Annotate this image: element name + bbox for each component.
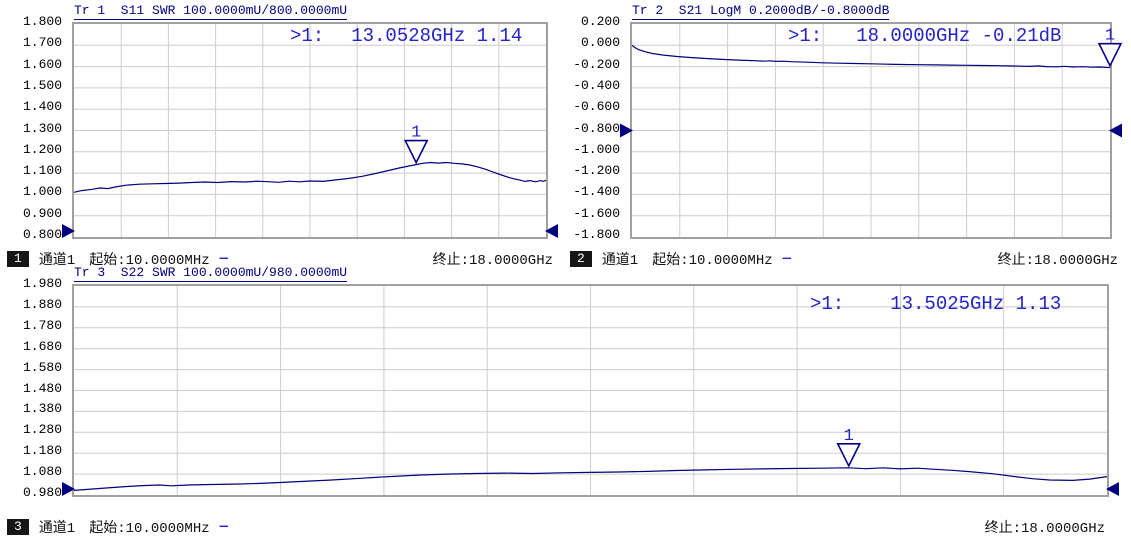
marker-number: 1 [1105,27,1115,46]
y-tick-label: -0.800 [573,122,620,136]
trace3-plot-area[interactable]: 1 [72,284,1109,497]
y-tick-label: -1.000 [573,143,620,157]
trace2-y-axis: 0.2000.000-0.200-0.400-0.600-0.800-1.000… [556,22,624,235]
y-tick-label: -0.400 [573,79,620,93]
y-tick-label: 1.280 [23,423,62,437]
ref-level-arrow-right[interactable] [1109,124,1122,138]
channel-label[interactable]: 通道1 [39,249,75,269]
y-tick-label: -1.400 [573,185,620,199]
sweep-indicator: — [783,251,791,267]
y-tick-label: 1.080 [23,465,62,479]
y-tick-label: 1.800 [23,15,62,29]
channel1-statusbar: 1 通道1 起始:10.0000MHz — 终止:18.0000GHz [0,249,553,269]
y-tick-label: -0.600 [573,100,620,114]
marker-value: 13.0528GHz 1.14 [351,26,522,47]
y-tick-label: 1.880 [23,298,62,312]
stop-frequency: 终止:18.0000GHz [433,249,553,269]
trace1-marker-readout: >1: 13.0528GHz 1.14 [290,26,522,47]
ref-level-arrow-left[interactable] [62,482,75,496]
y-tick-label: 1.580 [23,361,62,375]
trace1-title[interactable]: Tr 1 S11 SWR 100.0000mU/800.0000mU [74,3,347,20]
stop-frequency: 终止:18.0000GHz [985,517,1105,537]
marker-value: 13.5025GHz 1.13 [890,294,1061,315]
y-tick-label: 1.180 [23,444,62,458]
y-tick-label: -0.200 [573,58,620,72]
y-tick-label: 1.700 [23,36,62,50]
channel2-statusbar: 2 通道1 起始:10.0000MHz — 终止:18.0000GHz [565,249,1118,269]
trace2-marker-readout: >1: 18.0000GHz -0.21dB [788,26,1061,47]
y-tick-label: 1.500 [23,79,62,93]
y-tick-label: 1.480 [23,382,62,396]
trace3-canvas[interactable]: 1 [74,286,1107,495]
trace1-y-axis: 1.8001.7001.6001.5001.4001.3001.2001.100… [0,22,66,235]
y-tick-label: 1.680 [23,340,62,354]
marker-label: >1: [290,26,324,47]
channel-badge-3[interactable]: 3 [7,519,29,535]
y-tick-label: 1.380 [23,402,62,416]
start-frequency: 起始:10.0000MHz [89,249,209,269]
y-tick-label: 1.400 [23,100,62,114]
channel-badge-1[interactable]: 1 [7,251,29,267]
marker-triangle[interactable] [838,444,860,466]
y-tick-label: 1.780 [23,319,62,333]
channel-label[interactable]: 通道1 [602,249,638,269]
y-tick-label: 1.000 [23,185,62,199]
marker-number: 1 [411,124,421,143]
y-tick-label: 1.600 [23,58,62,72]
stop-frequency: 终止:18.0000GHz [998,249,1118,269]
start-frequency: 起始:10.0000MHz [652,249,772,269]
sweep-indicator: — [220,251,228,267]
y-tick-label: 0.200 [581,15,620,29]
y-tick-label: 1.200 [23,143,62,157]
marker-label: >1: [810,294,844,315]
marker-number: 1 [844,427,854,446]
trace3-y-axis: 1.9801.8801.7801.6801.5801.4801.3801.280… [0,284,66,493]
y-tick-label: 0.000 [581,36,620,50]
y-tick-label: -1.600 [573,207,620,221]
y-tick-label: 1.300 [23,122,62,136]
start-frequency: 起始:10.0000MHz [89,517,209,537]
channel-badge-2[interactable]: 2 [570,251,592,267]
trace2-plot-area[interactable]: 1 [630,22,1112,239]
y-tick-label: -1.800 [573,228,620,242]
channel-label[interactable]: 通道1 [39,517,75,537]
y-tick-label: 0.980 [23,486,62,500]
sweep-indicator: — [220,519,228,535]
y-tick-label: 0.800 [23,228,62,242]
y-tick-label: -1.200 [573,164,620,178]
trace1-plot-area[interactable]: 1 [72,22,548,239]
y-tick-label: 1.980 [23,277,62,291]
trace1-canvas[interactable]: 1 [74,24,546,237]
y-tick-label: 1.100 [23,164,62,178]
channel3-statusbar: 3 通道1 起始:10.0000MHz — 终止:18.0000GHz [0,517,1105,537]
vna-screen: Tr 1 S11 SWR 100.0000mU/800.0000mU 1.800… [0,0,1131,540]
marker-triangle[interactable] [1099,44,1121,66]
y-tick-label: 0.900 [23,207,62,221]
trace2-title[interactable]: Tr 2 S21 LogM 0.2000dB/-0.8000dB [632,3,889,20]
ref-level-arrow-left[interactable] [62,224,75,238]
trace3-marker-readout: >1: 13.5025GHz 1.13 [810,294,1061,315]
ref-level-arrow-right[interactable] [1106,482,1119,496]
marker-value: 18.0000GHz -0.21dB [856,26,1061,47]
marker-label: >1: [788,26,822,47]
trace2-canvas[interactable]: 1 [632,24,1110,237]
ref-level-arrow-left[interactable] [620,124,633,138]
